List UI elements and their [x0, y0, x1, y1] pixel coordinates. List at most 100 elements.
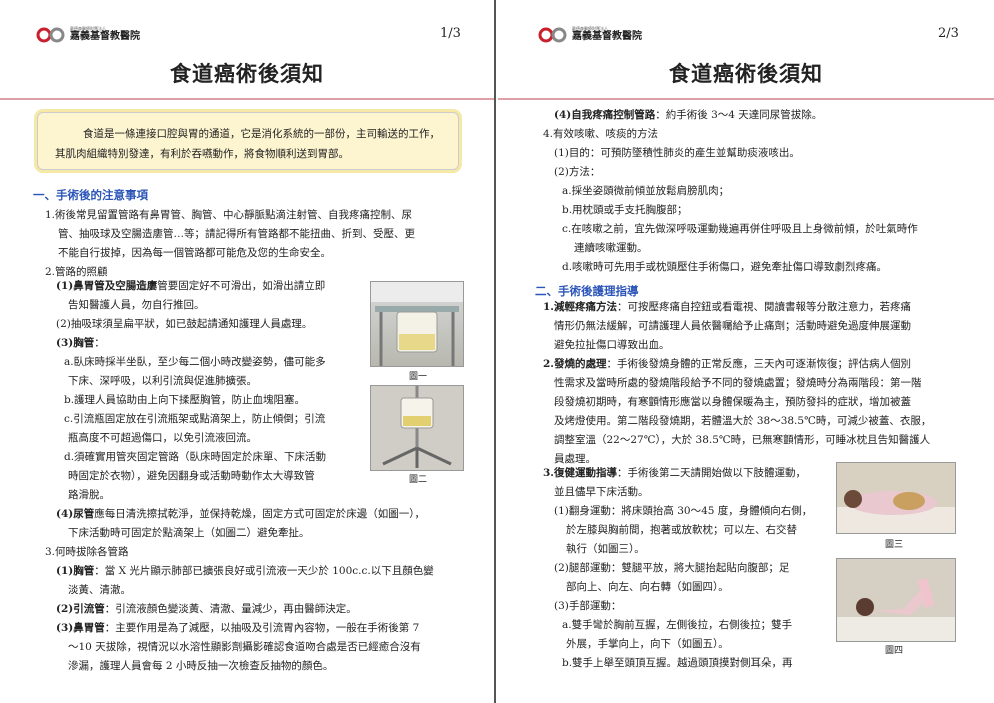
list-item-bold: 2.發燒的處理: [543, 358, 607, 370]
list-item-bold: (4)尿管: [56, 508, 95, 520]
list-item: (3)胸管：: [56, 334, 105, 353]
list-item-text: 下床、深呼吸，以利引流與促進肺擴張。: [68, 375, 257, 387]
page-2: 戴德森醫療財團法人 嘉義基督教醫院 2/3 食道癌術後須知 (4)自我疼痛控制管…: [498, 0, 994, 703]
logo-name: 嘉義基督教醫院: [70, 31, 140, 42]
section-heading: 一、手術後的注意事項: [33, 188, 148, 202]
list-item-text: b.護理人員協助由上向下揉壓胸管，防止血塊阻塞。: [64, 394, 306, 406]
list-item-text: 3.何時拔除各管路: [45, 546, 129, 558]
title-rule: [498, 98, 994, 100]
paragraph-line: 1.術後常見留置管路有鼻胃管、胸管、中心靜脈點滴注射管、自我疼痛控制、尿: [45, 209, 413, 221]
intro-text: 食道是一條連接口腔與胃的通道，它是消化系統的一部份，主司輸送的工作，其肌肉組織特…: [55, 128, 440, 160]
list-item-text: 下床活動時可固定於點滴架上（如圖二）避免牽扯。: [68, 527, 310, 539]
list-item-bold: (1)胸管: [56, 565, 95, 577]
list-item-text: d.須確實用管夾固定管路（臥床時固定於床單、下床活動: [64, 451, 327, 463]
list-item-text: b.用枕頭或手支托胸腹部；: [562, 204, 688, 216]
list-item-text: 並且儘早下床活動。: [554, 486, 649, 498]
list-item-text: 及烤燈使用。第二階段發燒期，若體溫大於 38～38.5℃時，可減少被蓋、衣服，: [554, 415, 932, 427]
list-item-text: ：手術後第二天請開始做以下肢體運動，: [616, 467, 806, 479]
list-item: 及烤燈使用。第二階段發燒期，若體溫大於 38～38.5℃時，可減少被蓋、衣服，: [554, 412, 931, 431]
section-heading: 二、手術後護理指導: [535, 284, 639, 298]
list-item: d.須確實用管夾固定管路（臥床時固定於床單、下床活動: [64, 448, 326, 467]
list-item: (3)手部運動：: [554, 597, 621, 616]
list-item: 路滑脫。: [68, 486, 110, 505]
list-item: a.雙手彎於胸前互握，左側後拉，右側後拉；雙手: [562, 616, 792, 635]
logo-name: 嘉義基督教醫院: [572, 31, 642, 42]
list-item-text: ：約手術後 3～4 天達同尿管拔除。: [655, 109, 823, 121]
list-item: ～10 天拔除，視情況以水溶性顯影劑攝影確認食道吻合處是否已經癒合沒有: [68, 638, 421, 657]
document-spread: 戴德森醫療財團法人 嘉義基督教醫院 1/3 食道癌術後須知 食道是一條連接口腔與…: [0, 0, 994, 703]
page-1: 戴德森醫療財團法人 嘉義基督教醫院 1/3 食道癌術後須知 食道是一條連接口腔與…: [0, 0, 494, 703]
list-item-text: a.雙手彎於胸前互握，左側後拉，右側後拉；雙手: [562, 619, 793, 631]
list-item: 外展，手掌向上，向下（如圖五）。: [566, 635, 729, 654]
list-item: (3)鼻胃管：主要作用是為了減壓，以抽吸及引流胃內容物，一般在手術後第 7: [56, 619, 419, 638]
list-item: a.臥床時採半坐臥，至少每二個小時改變姿勢，儘可能多: [64, 353, 326, 372]
figure-3-photo: [836, 462, 956, 534]
list-item-text: 時固定於衣物），避免因翻身或活動時動作太大導致管: [68, 470, 315, 482]
list-item: 下床活動時可固定於點滴架上（如圖二）避免牽扯。: [68, 524, 310, 543]
list-item-bold: (3)鼻胃管: [56, 622, 105, 634]
hospital-logo: 戴德森醫療財團法人 嘉義基督教醫院: [36, 26, 140, 43]
list-item: (1)鼻胃管及空腸造廔管要固定好不可滑出，如滑出請立即: [56, 277, 325, 296]
list-item-text: 應每日清洗擦拭乾淨，並保持乾燥，固定方式可固定於床邊（如圖一），: [94, 508, 425, 520]
list-item: 瓶高度不可超過傷口，以免引流液回流。: [68, 429, 257, 448]
list-item-text: ：當 X 光片顯示肺部已擴張良好或引流液一天少於 100c.c.以下且顏色變: [94, 565, 434, 577]
list-item: (2)抽吸球須呈扁平狀，如已鼓起請通知護理人員處理。: [56, 315, 312, 334]
list-item-text: 管要固定好不可滑出，如滑出請立即: [157, 280, 326, 292]
list-item: 情形仍無法緩解，可請護理人員依醫囑給予止痛劑；活動時避免過度伸展運動: [554, 317, 911, 336]
list-item-text: 外展，手掌向上，向下（如圖五）。: [566, 638, 729, 650]
logo-mark-icon: [36, 27, 66, 43]
list-item-bold: (2)引流管: [56, 603, 105, 615]
list-item: 1.減輕疼痛方法：可按壓疼痛自控鈕或看電視、閱讀書報等分散注意力，若疼痛: [543, 298, 911, 317]
list-item: (1)胸管：當 X 光片顯示肺部已擴張良好或引流液一天少於 100c.c.以下且…: [56, 562, 434, 581]
list-item: b.用枕頭或手支托胸腹部；: [562, 201, 688, 220]
list-item-text: (1)目的：可預防墜積性肺炎的產生並幫助痰液咳出。: [554, 147, 800, 159]
list-item-text: c.在咳嗽之前，宜先做深呼吸運動幾遍再併住呼吸且上身微前傾，於吐氣時作: [562, 223, 918, 235]
list-item: 時固定於衣物），避免因翻身或活動時動作太大導致管: [68, 467, 315, 486]
list-item-text: ：可按壓疼痛自控鈕或看電視、閱讀書報等分散注意力，若疼痛: [616, 301, 911, 313]
list-item-text: (1)翻身運動：將床頭抬高 30～45 度，身體傾向右側，: [554, 505, 813, 517]
list-item: 連續咳嗽運動。: [574, 239, 648, 258]
list-item: 部向上、向左、向右轉（如圖四）。: [566, 578, 729, 597]
list-item-text: d.咳嗽時可先用手或枕頭壓住手術傷口，避免牽扯傷口導致劇烈疼痛。: [562, 261, 888, 273]
list-item-bold: 3.復健運動指導: [543, 467, 617, 479]
figure-4-photo: [836, 558, 956, 642]
list-item: b.護理人員協助由上向下揉壓胸管，防止血塊阻塞。: [64, 391, 305, 410]
page-number: 1/3: [440, 26, 461, 41]
page-divider: [494, 0, 496, 703]
logo-mark-icon: [538, 27, 568, 43]
list-item: 於左膝與胸前間，抱著或放軟枕；可以左、右交替: [566, 521, 797, 540]
list-item: 執行（如圖三）。: [566, 540, 645, 559]
list-item-text: 路滑脫。: [68, 489, 110, 501]
paragraph-line: 不能自行拔掉，因為每一個管路都可能危及您的生命安全。: [58, 247, 331, 259]
list-item-text: 瓶高度不可超過傷口，以免引流液回流。: [68, 432, 257, 444]
list-item-text: (3)手部運動：: [554, 600, 622, 612]
list-item: 2.發燒的處理：手術後發燒身體的正常反應，三天內可逐漸恢復；評估病人個別: [543, 355, 911, 374]
list-item: b.雙手上舉至頭頂互握。越過頭頂摸對側耳朵，再: [562, 654, 793, 673]
figure-4-caption: 圖四: [885, 646, 904, 656]
list-item-text: 告知醫護人員，勿自行推回。: [68, 299, 205, 311]
list-item-bold: (4)自我疼痛控制管路: [554, 109, 656, 121]
list-item: 3.復健運動指導：手術後第二天請開始做以下肢體運動，: [543, 464, 806, 483]
list-item-text: ：手術後發燒身體的正常反應，三天內可逐漸恢復；評估病人個別: [606, 358, 911, 370]
list-item: 調整室溫（22～27℃），大於 38.5℃時，已無寒顫情形，可睡冰枕且告知醫護人: [554, 431, 930, 450]
list-item: c.在咳嗽之前，宜先做深呼吸運動幾遍再併住呼吸且上身微前傾，於吐氣時作: [562, 220, 918, 239]
list-item: 段發燒初期時，有寒顫情形應當以身體保暖為主，預防發抖的症狀，增加被蓋: [554, 393, 911, 412]
list-item: 並且儘早下床活動。: [554, 483, 649, 502]
list-item-text: 性需求及當時所處的發燒階段給予不同的發燒處置；發燒時分為兩階段：第一階: [554, 377, 922, 389]
list-item: 淡黃、清澈。: [68, 581, 131, 600]
list-item-text: 淡黃、清澈。: [68, 584, 131, 596]
list-item-text: ：: [94, 337, 105, 349]
list-item-text: 滲漏，護理人員會每 2 小時反抽一次檢查反抽物的顏色。: [68, 660, 334, 672]
list-item-text: ～10 天拔除，視情況以水溶性顯影劑攝影確認食道吻合處是否已經癒合沒有: [68, 641, 421, 653]
list-item: 告知醫護人員，勿自行推回。: [68, 296, 205, 315]
list-item-text: 避免拉扯傷口導致出血。: [554, 339, 670, 351]
list-item: d.咳嗽時可先用手或枕頭壓住手術傷口，避免牽扯傷口導致劇烈疼痛。: [562, 258, 887, 277]
list-item-text: 於左膝與胸前間，抱著或放軟枕；可以左、右交替: [566, 524, 797, 536]
list-item: 4.有效咳嗽、咳痰的方法: [543, 125, 658, 144]
page-number: 2/3: [938, 26, 959, 41]
figure-3-caption: 圖三: [885, 540, 904, 550]
page-title: 食道癌術後須知: [170, 61, 324, 86]
figure-1-caption: 圖一: [409, 372, 428, 382]
list-item-bold: 1.減輕疼痛方法: [543, 301, 617, 313]
list-item-text: (2)方法：: [554, 166, 601, 178]
